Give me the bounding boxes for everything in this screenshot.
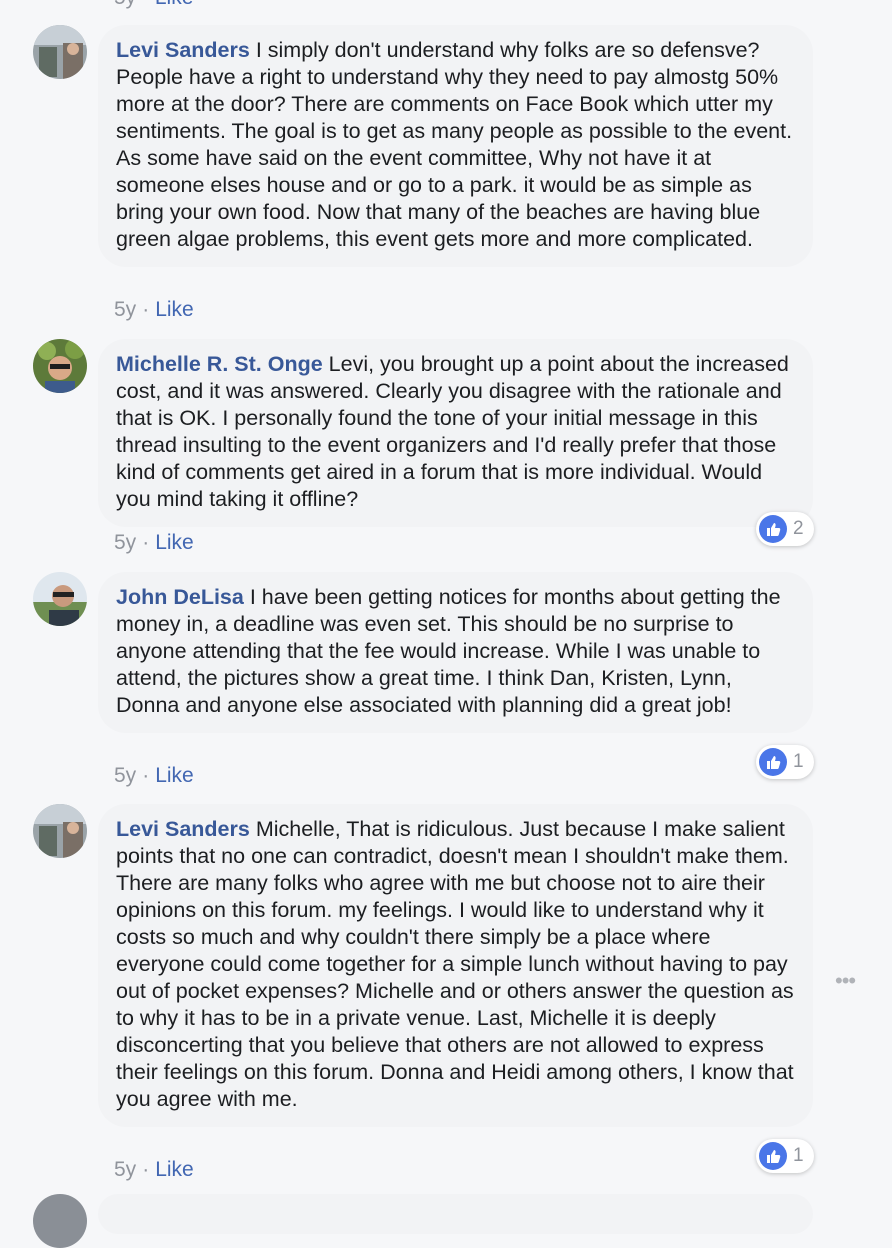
thumbs-up-icon xyxy=(759,748,787,776)
like-link[interactable]: Like xyxy=(155,0,194,9)
comment-author[interactable]: Levi Sanders xyxy=(116,38,250,62)
comment-author[interactable]: Levi Sanders xyxy=(116,817,250,841)
comment-age: 5y xyxy=(114,1158,137,1181)
like-link[interactable]: Like xyxy=(155,298,194,321)
comment-text: Michelle, That is ridiculous. Just becau… xyxy=(116,817,794,1111)
reaction-count: 1 xyxy=(793,751,804,772)
more-options-icon[interactable]: ••• xyxy=(835,968,856,994)
like-link[interactable]: Like xyxy=(155,1158,194,1181)
comment-age: 5y xyxy=(114,764,137,787)
thumbs-up-icon xyxy=(759,515,787,543)
comment-age: 5y xyxy=(114,531,137,554)
thumbs-up-icon xyxy=(759,1142,787,1170)
reaction-count: 1 xyxy=(793,1145,804,1166)
comment-bubble: Levi Sanders I simply don't understand w… xyxy=(98,25,813,267)
comment-author[interactable]: Michelle R. St. Onge xyxy=(116,352,323,376)
previous-comment-meta: 5y · Like xyxy=(114,0,193,10)
avatar[interactable] xyxy=(33,804,87,858)
avatar[interactable] xyxy=(33,339,87,393)
comment-meta: 5y · Like xyxy=(114,531,194,554)
comment-meta: 5y · Like xyxy=(114,764,194,787)
comment-age: 5y xyxy=(114,298,137,321)
reaction-count: 2 xyxy=(793,518,804,539)
comment-meta: 5y · Like xyxy=(114,298,194,321)
comment-meta: 5y · Like xyxy=(114,1158,194,1181)
comment-age: 5y xyxy=(114,0,136,9)
like-link[interactable]: Like xyxy=(155,764,194,787)
like-link[interactable]: Like xyxy=(155,531,194,554)
comment-text: I simply don't understand why folks are … xyxy=(116,38,793,251)
comment-bubble: Levi Sanders Michelle, That is ridiculou… xyxy=(98,804,813,1127)
reaction-count-badge[interactable]: 1 xyxy=(756,1139,814,1173)
comment-author[interactable]: John DeLisa xyxy=(116,585,244,609)
comment-bubble: Michelle R. St. Onge Levi, you brought u… xyxy=(98,339,813,527)
reaction-count-badge[interactable]: 1 xyxy=(756,745,814,779)
avatar[interactable] xyxy=(33,25,87,79)
avatar[interactable] xyxy=(33,572,87,626)
reaction-count-badge[interactable]: 2 xyxy=(756,512,814,546)
avatar[interactable] xyxy=(33,1194,87,1248)
comment-bubble: John DeLisa I have been getting notices … xyxy=(98,572,813,733)
comment-bubble xyxy=(98,1194,813,1234)
